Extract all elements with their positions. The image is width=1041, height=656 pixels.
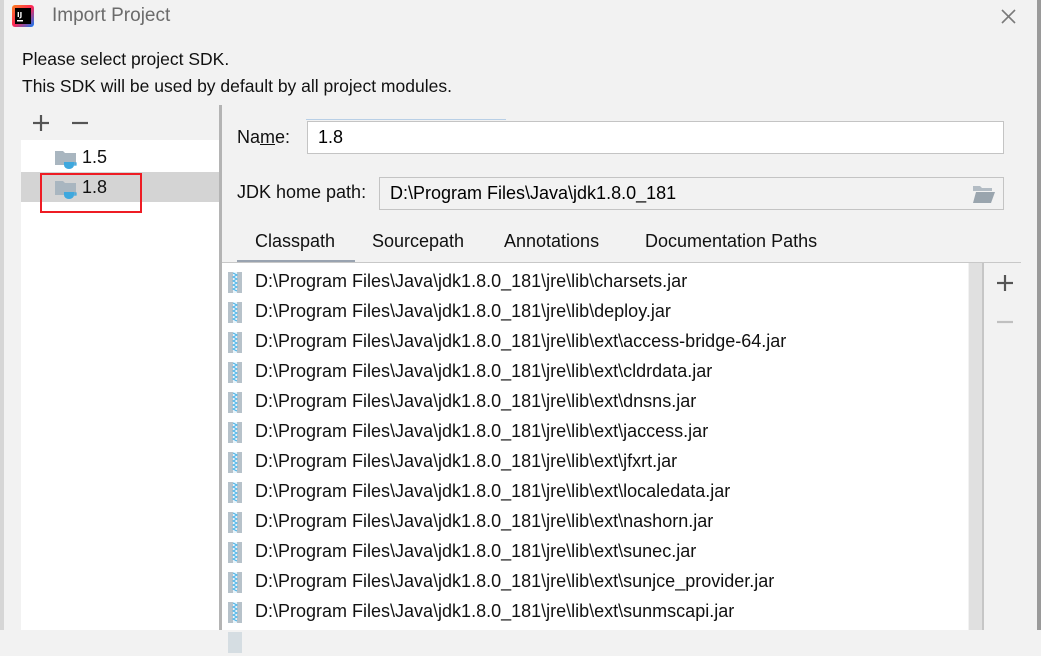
jar-archive-icon [228, 392, 242, 413]
classpath-entry: D:\Program Files\Java\jdk1.8.0_181\jre\l… [255, 271, 688, 291]
jar-archive-icon [228, 272, 242, 293]
remove-classpath-button[interactable] [994, 311, 1016, 333]
toolbar-divider [983, 263, 984, 630]
add-classpath-button[interactable] [994, 272, 1016, 294]
tab-annotations[interactable]: Annotations [504, 231, 599, 252]
jar-archive-icon [228, 512, 242, 533]
classpath-entry: D:\Program Files\Java\jdk1.8.0_181\jre\l… [255, 541, 697, 561]
tab-documentation-paths[interactable]: Documentation Paths [645, 231, 817, 252]
intellij-idea-icon: IJ [12, 5, 34, 27]
window-right-border [1037, 0, 1041, 630]
classpath-entry: D:\Program Files\Java\jdk1.8.0_181\jre\l… [255, 511, 714, 531]
name-focus-line [306, 119, 506, 120]
classpath-row[interactable]: D:\Program Files\Java\jdk1.8.0_181\jre\l… [222, 356, 968, 386]
classpath-row[interactable]: D:\Program Files\Java\jdk1.8.0_181\jre\l… [222, 386, 968, 416]
jar-archive-icon [228, 422, 242, 443]
description-line-1: Please select project SDK. [22, 49, 230, 69]
jar-archive-icon [228, 452, 242, 473]
jar-archive-icon [228, 482, 242, 503]
name-input[interactable]: 1.8 [307, 121, 1004, 154]
classpath-row[interactable]: D:\Program Files\Java\jdk1.8.0_181\jre\l… [222, 326, 968, 356]
title-bar: IJ Import Project [4, 0, 1037, 32]
description-line-2: This SDK will be used by default by all … [22, 76, 452, 96]
classpath-row[interactable]: D:\Program Files\Java\jdk1.8.0_181\jre\l… [222, 296, 968, 326]
sdk-item-label: 1.5 [82, 147, 108, 167]
sdk-list: 1.5 1.8 [21, 140, 219, 630]
classpath-scrollbar[interactable] [969, 263, 983, 630]
jar-archive-icon [228, 632, 242, 653]
jar-archive-icon [228, 362, 242, 383]
jar-archive-icon [228, 332, 242, 353]
classpath-entry: D:\Program Files\Java\jdk1.8.0_181\jre\l… [255, 451, 678, 471]
jdk-folder-icon [55, 151, 77, 169]
red-highlight-box [40, 173, 142, 213]
classpath-row[interactable]: D:\Program Files\Java\jdk1.8.0_181\jre\l… [222, 506, 968, 536]
jar-archive-icon [228, 302, 242, 323]
classpath-entry: D:\Program Files\Java\jdk1.8.0_181\jre\l… [255, 571, 775, 591]
classpath-entry: D:\Program Files\Java\jdk1.8.0_181\jre\l… [255, 361, 713, 381]
jdk-home-path-field[interactable]: D:\Program Files\Java\jdk1.8.0_181 [379, 177, 1004, 210]
sdk-item-1-5[interactable]: 1.5 [21, 142, 219, 172]
jar-archive-icon [228, 542, 242, 563]
window-title: Import Project [52, 5, 171, 26]
classpath-row[interactable]: D:\Program Files\Java\jdk1.8.0_181\jre\l… [222, 446, 968, 476]
remove-sdk-button[interactable] [70, 113, 90, 133]
folder-open-icon[interactable] [972, 184, 996, 204]
classpath-row[interactable]: D:\Program Files\Java\jdk1.8.0_181\jre\l… [222, 596, 968, 626]
classpath-entry: D:\Program Files\Java\jdk1.8.0_181\jre\l… [255, 391, 697, 411]
jdk-home-label: JDK home path: [237, 182, 367, 202]
classpath-row[interactable]: D:\Program Files\Java\jdk1.8.0_181\jre\l… [222, 476, 968, 506]
jar-archive-icon [228, 572, 242, 593]
tab-classpath[interactable]: Classpath [255, 231, 335, 252]
classpath-entry: D:\Program Files\Java\jdk1.8.0_181\jre\l… [255, 481, 731, 501]
close-icon[interactable] [994, 4, 1022, 28]
add-sdk-button[interactable] [31, 113, 51, 133]
classpath-row[interactable]: D:\Program Files\Java\jdk1.8.0_181\jre\l… [222, 536, 968, 566]
classpath-row[interactable]: D:\Program Files\Java\jdk1.8.0_181\jre\l… [222, 416, 968, 446]
jar-archive-icon [228, 602, 242, 623]
classpath-list: D:\Program Files\Java\jdk1.8.0_181\jre\l… [222, 263, 968, 653]
background-window-edge [0, 0, 4, 630]
classpath-entry: D:\Program Files\Java\jdk1.8.0_181\jre\l… [255, 601, 735, 621]
classpath-row[interactable]: D:\Program Files\Java\jdk1.8.0_181\jre\l… [222, 566, 968, 596]
classpath-entry: D:\Program Files\Java\jdk1.8.0_181\jre\l… [255, 301, 671, 321]
svg-text:IJ: IJ [17, 11, 22, 19]
classpath-row-partial[interactable] [222, 626, 968, 656]
tab-sourcepath[interactable]: Sourcepath [372, 231, 464, 252]
classpath-entry: D:\Program Files\Java\jdk1.8.0_181\jre\l… [255, 331, 787, 351]
classpath-row[interactable]: D:\Program Files\Java\jdk1.8.0_181\jre\l… [222, 266, 968, 296]
classpath-entry: D:\Program Files\Java\jdk1.8.0_181\jre\l… [255, 421, 709, 441]
name-label: Name: [237, 127, 291, 147]
